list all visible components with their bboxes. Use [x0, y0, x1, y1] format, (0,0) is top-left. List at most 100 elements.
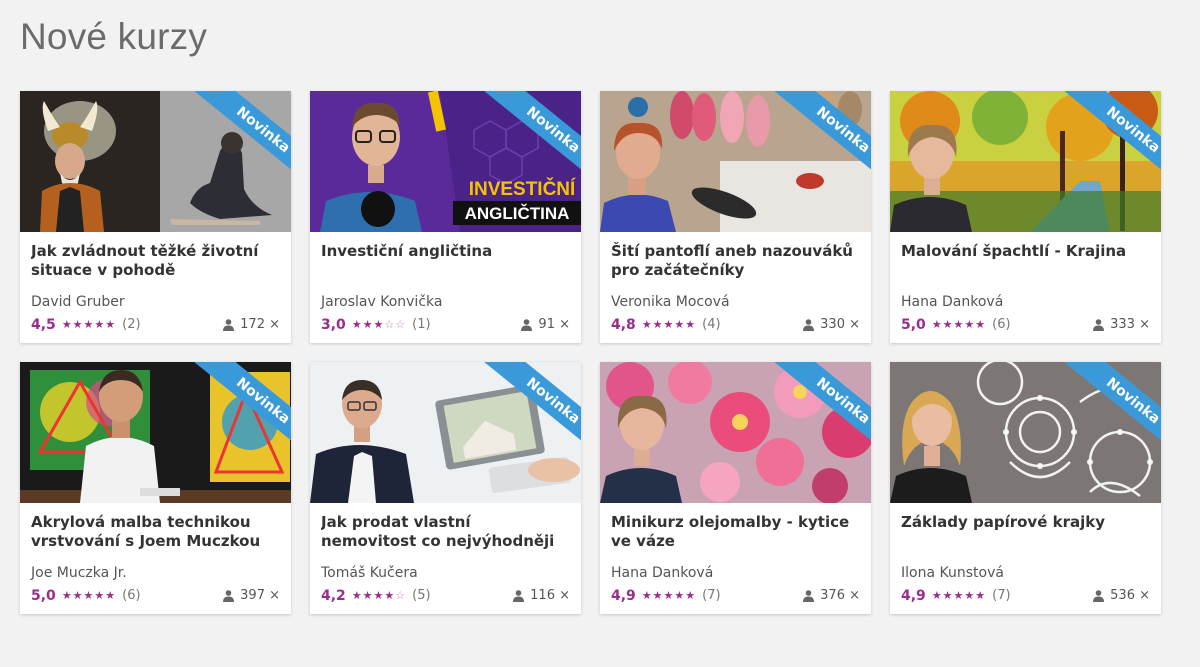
course-author: Jaroslav Konvička: [321, 294, 443, 310]
star-rating: ★★★★★: [641, 589, 697, 602]
student-count: 330 ×: [803, 316, 860, 334]
review-count: (4): [702, 317, 721, 332]
course-author: Hana Danková: [611, 565, 714, 581]
section-title: Nové kurzy: [20, 16, 208, 57]
student-count: 172 ×: [223, 316, 280, 334]
star-rating: ★★★★★: [641, 318, 697, 331]
course-author: Hana Danková: [901, 294, 1004, 310]
rating-value: 4,2: [321, 588, 346, 604]
student-count-value: 333 ×: [1110, 317, 1150, 332]
rating-value: 3,0: [321, 317, 346, 333]
course-thumbnail[interactable]: Novinka: [890, 362, 1161, 503]
course-title[interactable]: Šití pantoflí aneb nazouváků pro začáteč…: [611, 242, 860, 280]
course-meta: 4,2 ★★★★☆ (5) 116 ×: [321, 587, 570, 605]
student-count-value: 397 ×: [240, 588, 280, 603]
student-count-value: 172 ×: [240, 317, 280, 332]
course-thumbnail[interactable]: Novinka: [20, 362, 291, 503]
review-count: (5): [412, 588, 431, 603]
person-icon: [223, 319, 235, 331]
course-card[interactable]: INVESTIČNÍ ANGLIČTINA Novinka Investiční…: [310, 91, 581, 343]
course-card[interactable]: Novinka Jak prodat vlastní nemovitost co…: [310, 362, 581, 614]
student-count: 91 ×: [521, 316, 570, 334]
course-meta: 5,0 ★★★★★ (6) 333 ×: [901, 316, 1150, 334]
course-image: [890, 362, 1161, 503]
course-image: INVESTIČNÍ ANGLIČTINA: [310, 91, 581, 232]
course-meta: 4,9 ★★★★★ (7) 376 ×: [611, 587, 860, 605]
course-author: Tomáš Kučera: [321, 565, 418, 581]
course-title[interactable]: Jak prodat vlastní nemovitost co nejvýho…: [321, 513, 570, 551]
star-rating: ★★★★★: [931, 589, 987, 602]
course-title[interactable]: Akrylová malba technikou vrstvování s Jo…: [31, 513, 280, 551]
course-meta: 3,0 ★★★☆☆ (1) 91 ×: [321, 316, 570, 334]
course-author: Veronika Mocová: [611, 294, 730, 310]
course-thumbnail[interactable]: Novinka: [310, 362, 581, 503]
student-count-value: 376 ×: [820, 588, 860, 603]
course-title[interactable]: Malování špachtlí - Krajina: [901, 242, 1150, 280]
course-meta: 5,0 ★★★★★ (6) 397 ×: [31, 587, 280, 605]
rating-value: 4,8: [611, 317, 636, 333]
rating-value: 4,9: [901, 588, 926, 604]
rating-value: 5,0: [31, 588, 56, 604]
student-count-value: 116 ×: [530, 588, 570, 603]
course-title[interactable]: Investiční angličtina: [321, 242, 570, 280]
course-meta: 4,5 ★★★★★ (2) 172 ×: [31, 316, 280, 334]
course-image: [310, 362, 581, 503]
course-card[interactable]: Novinka Šití pantoflí aneb nazouváků pro…: [600, 91, 871, 343]
thumbnail-text-line1: INVESTIČNÍ: [469, 178, 576, 200]
course-thumbnail[interactable]: Novinka: [600, 91, 871, 232]
review-count: (6): [122, 588, 141, 603]
course-author: Joe Muczka Jr.: [31, 565, 127, 581]
course-image: [20, 362, 291, 503]
review-count: (2): [122, 317, 141, 332]
person-icon: [1093, 590, 1105, 602]
course-author: Ilona Kunstová: [901, 565, 1004, 581]
star-rating: ★★★★★: [61, 589, 117, 602]
star-rating: ★★★★★: [61, 318, 117, 331]
course-card[interactable]: Novinka Minikurz olejomalby - kytice ve …: [600, 362, 871, 614]
student-count: 116 ×: [513, 587, 570, 605]
course-title[interactable]: Minikurz olejomalby - kytice ve váze: [611, 513, 860, 551]
course-card[interactable]: Novinka Malování špachtlí - Krajina Hana…: [890, 91, 1161, 343]
course-card[interactable]: Novinka Základy papírové krajky Ilona Ku…: [890, 362, 1161, 614]
review-count: (7): [702, 588, 721, 603]
course-grid: Novinka Jak zvládnout těžké životní situ…: [20, 91, 1161, 614]
thumbnail-text-line2: ANGLIČTINA: [465, 204, 570, 223]
course-card[interactable]: Novinka Jak zvládnout těžké životní situ…: [20, 91, 291, 343]
course-card[interactable]: Novinka Akrylová malba technikou vrstvov…: [20, 362, 291, 614]
course-image: [600, 362, 871, 503]
review-count: (1): [412, 317, 431, 332]
course-thumbnail[interactable]: Novinka: [890, 91, 1161, 232]
person-icon: [1093, 319, 1105, 331]
student-count: 333 ×: [1093, 316, 1150, 334]
course-title[interactable]: Jak zvládnout těžké životní situace v po…: [31, 242, 280, 280]
rating-value: 5,0: [901, 317, 926, 333]
star-rating: ★★★★☆: [351, 589, 407, 602]
course-title[interactable]: Základy papírové krajky: [901, 513, 1150, 551]
student-count: 536 ×: [1093, 587, 1150, 605]
student-count-value: 91 ×: [538, 317, 570, 332]
student-count-value: 536 ×: [1110, 588, 1150, 603]
person-icon: [521, 319, 533, 331]
student-count: 397 ×: [223, 587, 280, 605]
review-count: (7): [992, 588, 1011, 603]
student-count: 376 ×: [803, 587, 860, 605]
review-count: (6): [992, 317, 1011, 332]
person-icon: [513, 590, 525, 602]
star-rating: ★★★★★: [931, 318, 987, 331]
person-icon: [223, 590, 235, 602]
star-rating: ★★★☆☆: [351, 318, 407, 331]
person-icon: [803, 319, 815, 331]
course-meta: 4,9 ★★★★★ (7) 536 ×: [901, 587, 1150, 605]
course-thumbnail[interactable]: Novinka: [600, 362, 871, 503]
rating-value: 4,5: [31, 317, 56, 333]
course-image: [600, 91, 871, 232]
person-icon: [803, 590, 815, 602]
rating-value: 4,9: [611, 588, 636, 604]
course-image: [20, 91, 291, 232]
course-thumbnail[interactable]: INVESTIČNÍ ANGLIČTINA Novinka: [310, 91, 581, 232]
course-meta: 4,8 ★★★★★ (4) 330 ×: [611, 316, 860, 334]
course-image: [890, 91, 1161, 232]
course-thumbnail[interactable]: Novinka: [20, 91, 291, 232]
student-count-value: 330 ×: [820, 317, 860, 332]
course-author: David Gruber: [31, 294, 125, 310]
